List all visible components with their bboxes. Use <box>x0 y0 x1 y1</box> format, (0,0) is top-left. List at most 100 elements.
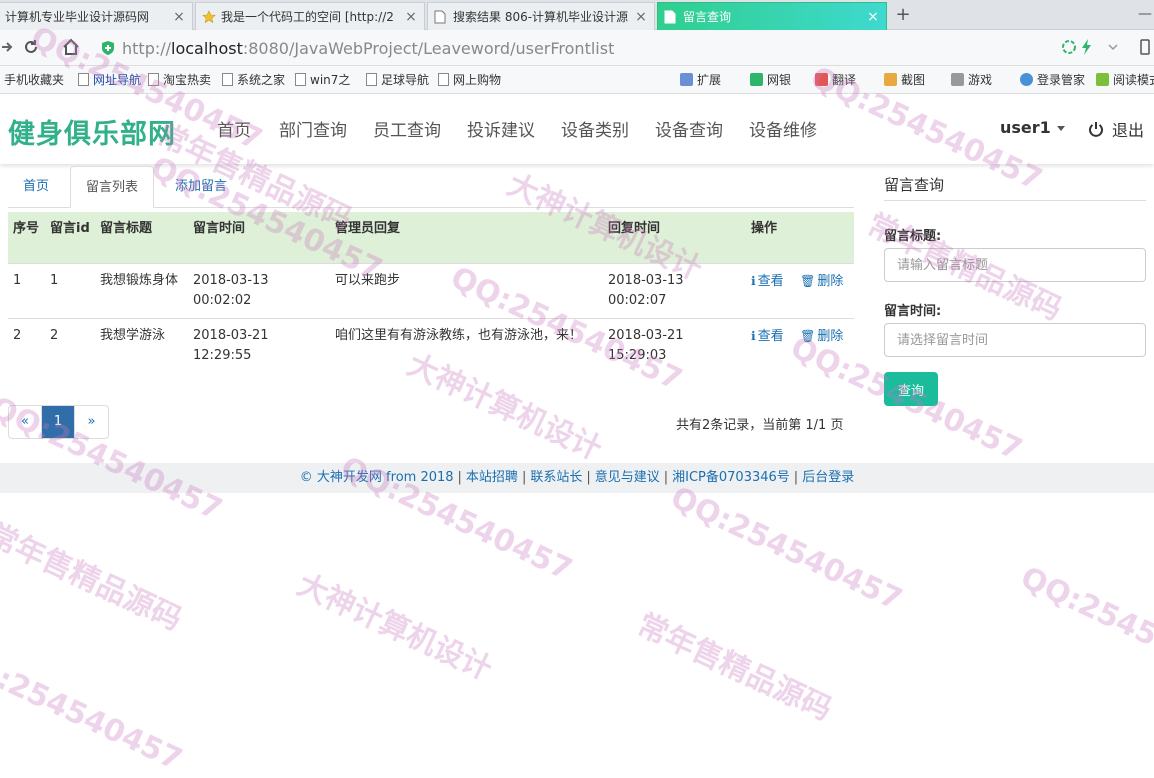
table-header-row: 序号 留言id 留言标题 留言时间 管理员回复 回复时间 操作 <box>8 212 854 263</box>
info-icon: ℹ <box>751 328 756 343</box>
col-time: 留言时间 <box>188 212 330 263</box>
delete-label: 删除 <box>817 328 844 344</box>
footer-link-icp[interactable]: 湘ICP备0703346号 <box>672 470 790 485</box>
site-footer: © 大神开发网 from 2018 | 本站招聘 | 联系站长 | 意见与建议 | 湘ICP备0… <box>0 463 1154 493</box>
close-icon[interactable]: × <box>634 9 648 25</box>
trash-icon: 🗑 <box>800 328 816 343</box>
chevron-down-icon[interactable] <box>1102 36 1124 58</box>
title-field-label: 留言标题: <box>884 229 942 244</box>
browser-tab-3[interactable]: 搜索结果 806-计算机毕业设计源 × <box>427 2 655 30</box>
bookmark-reader[interactable]: 阅读模式 <box>1096 71 1154 88</box>
page-info: 共有2条记录，当前第 1/1 页 <box>676 418 844 433</box>
bookmark-label: 网址导航 <box>93 73 142 87</box>
footer-link-jobs[interactable]: 本站招聘 <box>466 470 518 485</box>
cell-reply: 咱们这里有有游泳教练，也有游泳池，来！ <box>330 317 603 373</box>
sidebar-divider <box>884 200 1146 201</box>
nav-equipment-repair[interactable]: 设备维修 <box>749 116 817 141</box>
footer-link-feedback[interactable]: 意见与建议 <box>595 470 660 485</box>
bookmark-item[interactable]: 网址导航 <box>78 71 141 88</box>
logout-link[interactable]: 退出 <box>1088 117 1144 141</box>
bookmark-item[interactable]: 足球导航 <box>366 71 429 88</box>
pager-next[interactable]: » <box>75 406 108 438</box>
cell-reply-time: 2018-03-13 00:02:07 <box>603 262 746 318</box>
bookmark-bank[interactable]: 网银 <box>750 71 791 88</box>
table-row: 1 1 我想锻炼身体 2018-03-13 00:02:02 可以来跑步 201… <box>8 262 854 318</box>
footer-link-contact[interactable]: 联系站长 <box>530 470 582 485</box>
new-tab-button[interactable]: + <box>893 4 913 25</box>
url-field[interactable]: http://localhost:8080/JavaWebProject/Lea… <box>100 34 1120 62</box>
reload-icon[interactable] <box>20 36 42 58</box>
bookmark-item[interactable]: win7之 <box>295 71 350 88</box>
pager-page-1[interactable]: 1 <box>42 406 75 438</box>
nav-complaints[interactable]: 投诉建议 <box>467 116 535 141</box>
message-time-input[interactable] <box>884 323 1146 357</box>
footer-copyright[interactable]: © 大神开发网 from 2018 <box>300 470 454 485</box>
bookmark-item[interactable]: 手机收藏夹 <box>0 71 64 88</box>
browser-tab-active[interactable]: 留言查询 × <box>657 2 887 30</box>
delete-label: 删除 <box>817 273 844 289</box>
bookmark-item[interactable]: 淘宝热卖 <box>148 71 211 88</box>
nav-equipment-query[interactable]: 设备查询 <box>655 116 723 141</box>
bookmark-extensions[interactable]: 扩展 <box>680 71 721 88</box>
browser-tab-2[interactable]: 我是一个代码工的空间 [http://2 × <box>195 2 425 30</box>
watermark-text: 大神计算机设计 <box>291 567 497 688</box>
bookmark-icon <box>366 73 377 86</box>
cell-id: 1 <box>45 262 95 318</box>
tab-message-list[interactable]: 留言列表 <box>70 166 155 208</box>
bookmark-label: 扩展 <box>697 73 722 87</box>
message-table: 序号 留言id 留言标题 留言时间 管理员回复 回复时间 操作 1 1 我想锻炼… <box>8 212 854 373</box>
bookmark-icon <box>438 73 449 86</box>
delete-link[interactable]: 🗑 删除 <box>800 329 843 344</box>
key-icon <box>1020 73 1033 86</box>
lightning-icon[interactable] <box>1076 36 1098 58</box>
close-icon[interactable]: × <box>172 9 186 25</box>
shield-icon <box>750 73 763 86</box>
nav-home[interactable]: 首页 <box>217 116 251 141</box>
cell-reply-time: 2018-03-21 15:29:03 <box>603 317 746 373</box>
bookmark-label: 游戏 <box>968 73 993 87</box>
content-tabs: 首页 留言列表 添加留言 <box>8 166 854 208</box>
col-seq: 序号 <box>8 212 45 263</box>
footer-link-admin-login[interactable]: 后台登录 <box>802 470 854 485</box>
bookmark-label: 网银 <box>767 73 792 87</box>
user-menu[interactable]: user1 <box>1000 118 1065 137</box>
shield-icon <box>100 40 116 56</box>
close-icon[interactable]: × <box>404 9 418 25</box>
browser-tab-bar: 计算机专业毕业设计源码网 × 我是一个代码工的空间 [http://2 × 搜索… <box>0 0 1154 30</box>
bookmark-games[interactable]: 游戏 <box>951 71 992 88</box>
book-icon <box>1096 73 1109 86</box>
browser-tab-1[interactable]: 计算机专业毕业设计源码网 × <box>0 2 193 30</box>
nav-employee-query[interactable]: 员工查询 <box>373 116 441 141</box>
bookmark-login-manager[interactable]: 登录管家 <box>1020 71 1085 88</box>
forward-icon[interactable] <box>0 36 18 58</box>
message-title-input[interactable] <box>884 248 1146 282</box>
phone-icon[interactable] <box>1134 36 1154 58</box>
power-icon <box>1088 121 1104 137</box>
close-icon[interactable]: × <box>866 9 880 25</box>
address-bar-row: http://localhost:8080/JavaWebProject/Lea… <box>0 30 1154 66</box>
bookmarks-bar: 手机收藏夹 网址导航 淘宝热卖 系统之家 win7之 足球导航 网上购物 扩展 … <box>0 66 1154 94</box>
bookmark-icon <box>222 73 233 86</box>
bookmark-screenshot[interactable]: 截图 <box>884 71 925 88</box>
bookmark-item[interactable]: 系统之家 <box>222 71 285 88</box>
watermark-text: QQ:254540457 <box>1015 560 1154 698</box>
view-link[interactable]: ℹ 查看 <box>751 274 784 289</box>
tab-title: 计算机专业毕业设计源码网 <box>5 10 150 24</box>
nav-department-query[interactable]: 部门查询 <box>279 116 347 141</box>
pager-prev[interactable]: « <box>9 406 42 438</box>
bookmark-item[interactable]: 网上购物 <box>438 71 501 88</box>
bookmark-label: 截图 <box>901 73 926 87</box>
site-brand[interactable]: 健身俱乐部网 <box>8 112 176 151</box>
minimize-icon[interactable]: — <box>1138 6 1152 22</box>
nav-equipment-category[interactable]: 设备类别 <box>561 116 629 141</box>
trash-icon: 🗑 <box>800 273 816 288</box>
home-icon[interactable] <box>60 36 82 58</box>
tab-add-message[interactable]: 添加留言 <box>160 166 242 208</box>
delete-link[interactable]: 🗑 删除 <box>800 274 843 289</box>
star-icon <box>202 9 216 24</box>
bookmark-translate[interactable]: 翻译 <box>815 71 856 88</box>
translate-icon <box>815 73 828 86</box>
view-link[interactable]: ℹ 查看 <box>751 329 784 344</box>
query-button[interactable]: 查询 <box>884 372 938 406</box>
tab-home[interactable]: 首页 <box>8 166 64 208</box>
